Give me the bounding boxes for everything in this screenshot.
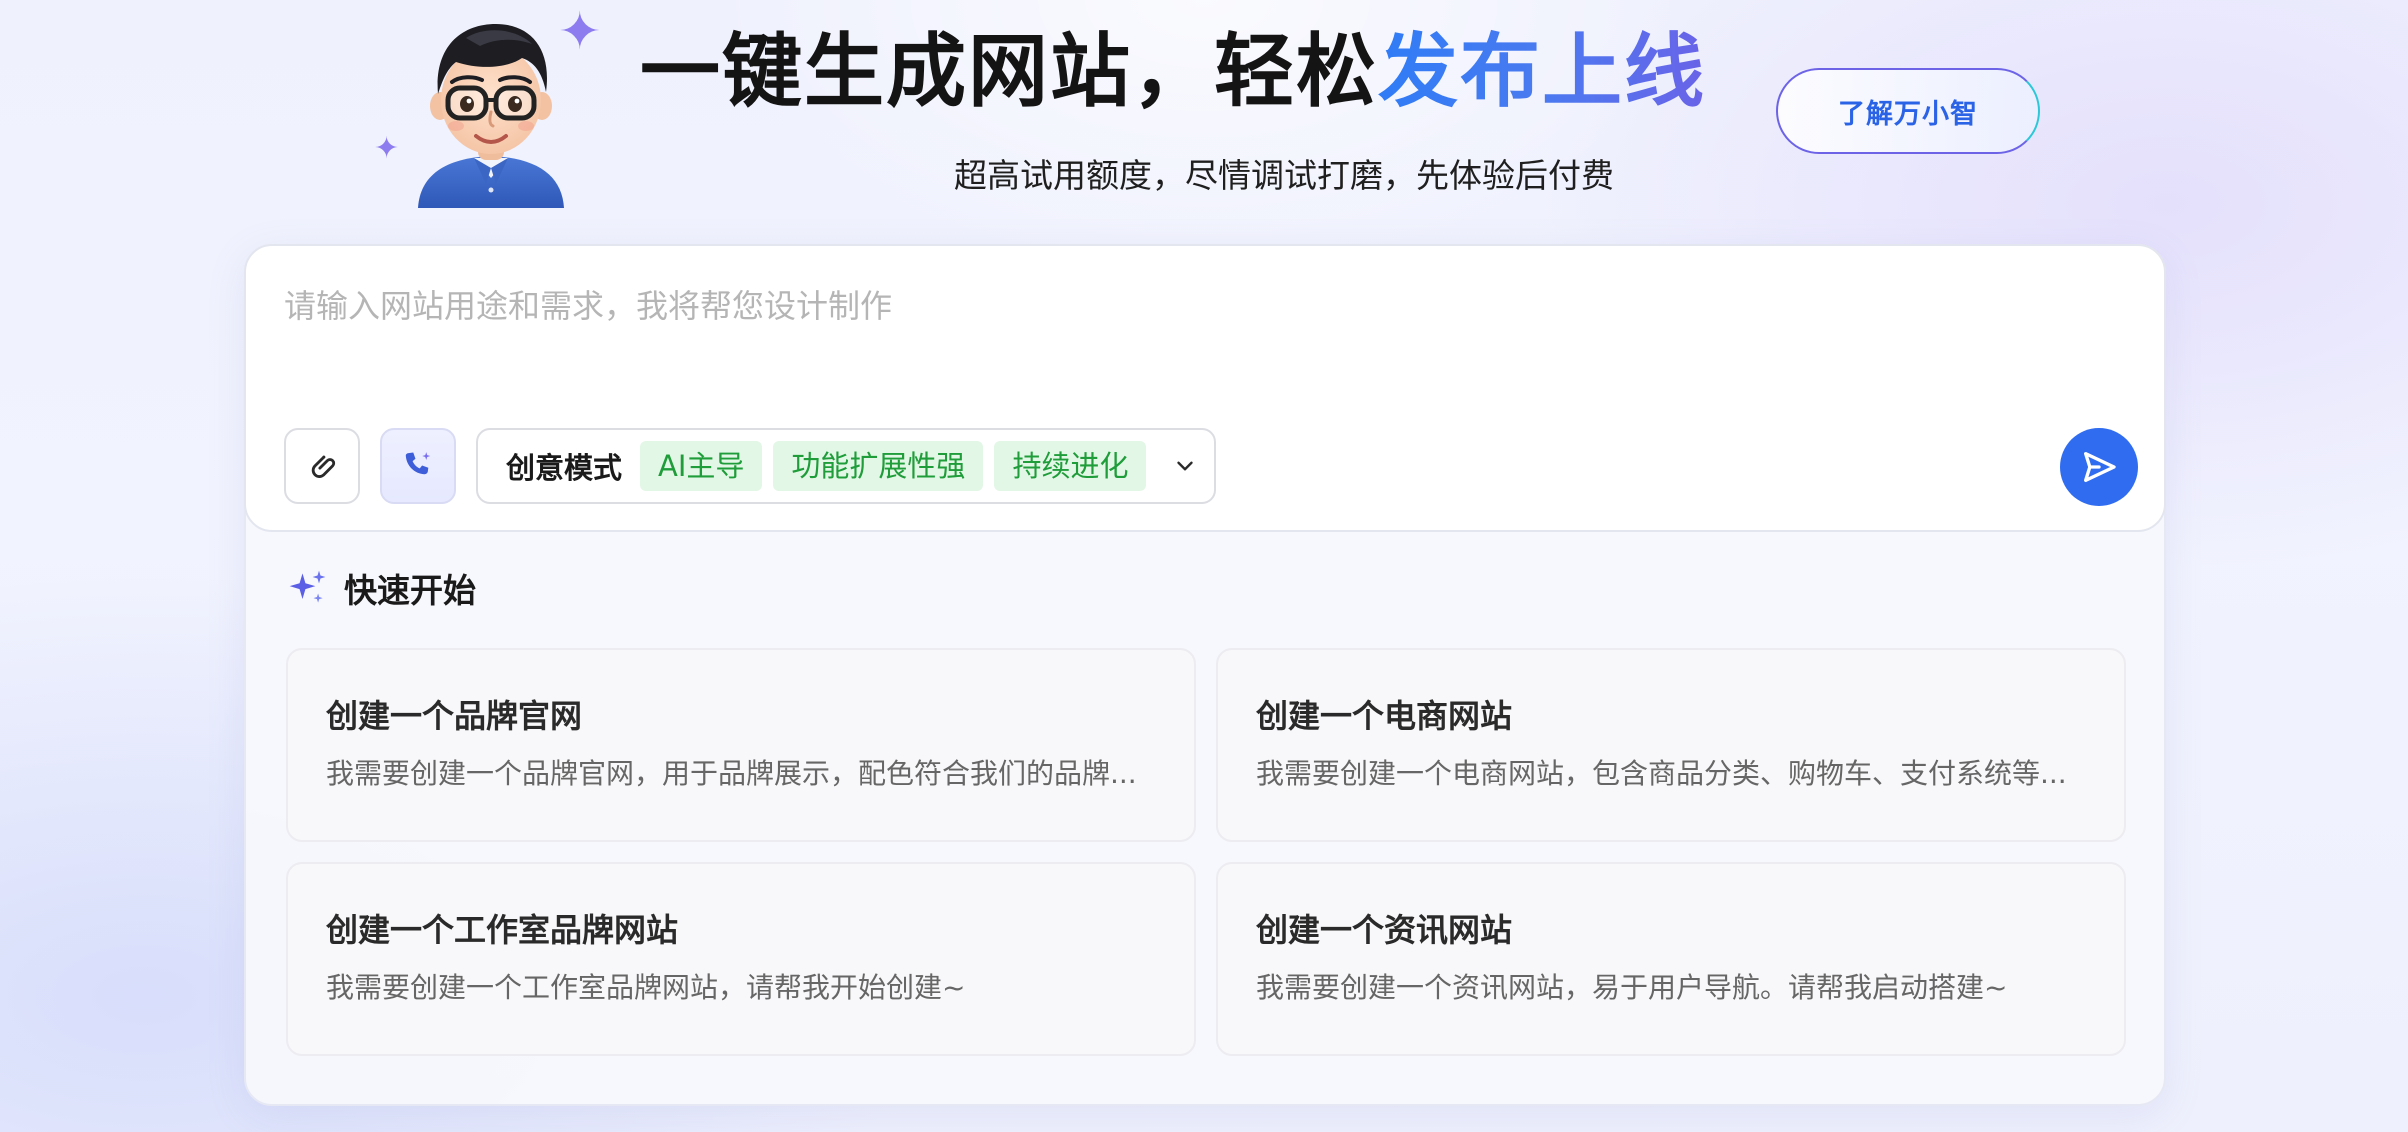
mode-chip: 持续进化 <box>994 441 1147 491</box>
send-button[interactable] <box>2060 428 2138 506</box>
quick-start-card[interactable]: 创建一个工作室品牌网站 我需要创建一个工作室品牌网站，请帮我开始创建~ <box>286 862 1196 1056</box>
quick-start-card[interactable]: 创建一个电商网站 我需要创建一个电商网站，包含商品分类、购物车、支付系统等... <box>1216 648 2126 842</box>
attach-button[interactable] <box>284 428 360 504</box>
quick-start-title: 快速开始 <box>344 571 476 610</box>
card-description: 我需要创建一个资讯网站，易于用户导航。请帮我启动搭建~ <box>1256 971 2008 1004</box>
input-panel: 创意模式 AI主导 功能扩展性强 持续进化 <box>244 244 2166 532</box>
hero-title-accent: 发布上线 <box>1378 25 1706 118</box>
mode-chip: AI主导 <box>640 441 763 491</box>
paperclip-icon <box>311 455 336 478</box>
mode-selector[interactable]: 创意模式 AI主导 功能扩展性强 持续进化 <box>476 428 1216 504</box>
hero-title-main: 一键生成网站，轻松 <box>640 25 1378 118</box>
card-description: 我需要创建一个品牌官网，用于品牌展示，配色符合我们的品牌... <box>326 757 1137 790</box>
prompt-input[interactable] <box>284 284 2124 364</box>
voice-call-button[interactable] <box>380 428 456 504</box>
card-description: 我需要创建一个电商网站，包含商品分类、购物车、支付系统等... <box>1256 757 2067 790</box>
card-title: 创建一个工作室品牌网站 <box>326 911 679 949</box>
mode-chip: 功能扩展性强 <box>773 441 984 491</box>
card-title: 创建一个品牌官网 <box>326 697 583 735</box>
card-title: 创建一个电商网站 <box>1256 697 1513 735</box>
hero-title: 一键生成网站，轻松发布上线 <box>640 22 1706 122</box>
hero-subtitle: 超高试用额度，尽情调试打磨，先体验后付费 <box>954 156 1614 195</box>
quick-start-card[interactable]: 创建一个资讯网站 我需要创建一个资讯网站，易于用户导航。请帮我启动搭建~ <box>1216 862 2126 1056</box>
mode-label: 创意模式 <box>506 451 623 485</box>
sparkles-icon <box>289 570 326 603</box>
phone-sparkle-icon <box>405 452 431 475</box>
quick-start-card[interactable]: 创建一个品牌官网 我需要创建一个品牌官网，用于品牌展示，配色符合我们的品牌... <box>286 648 1196 842</box>
learn-more-button[interactable]: 了解万小智 <box>1776 68 2040 154</box>
send-icon <box>2084 452 2116 482</box>
card-description: 我需要创建一个工作室品牌网站，请帮我开始创建~ <box>326 971 966 1004</box>
main-card: 创意模式 AI主导 功能扩展性强 持续进化 快速开始 创建一个品牌官网 <box>244 244 2166 1106</box>
card-title: 创建一个资讯网站 <box>1256 911 1513 949</box>
chevron-down-icon[interactable] <box>1165 446 1205 486</box>
hero: ✦ ✦ 一键生成网站，轻松发布上线 超高试用额度，尽情调试打磨，先体验后付费 了… <box>0 0 2408 240</box>
quick-start-header: 快速开始 <box>286 564 476 612</box>
